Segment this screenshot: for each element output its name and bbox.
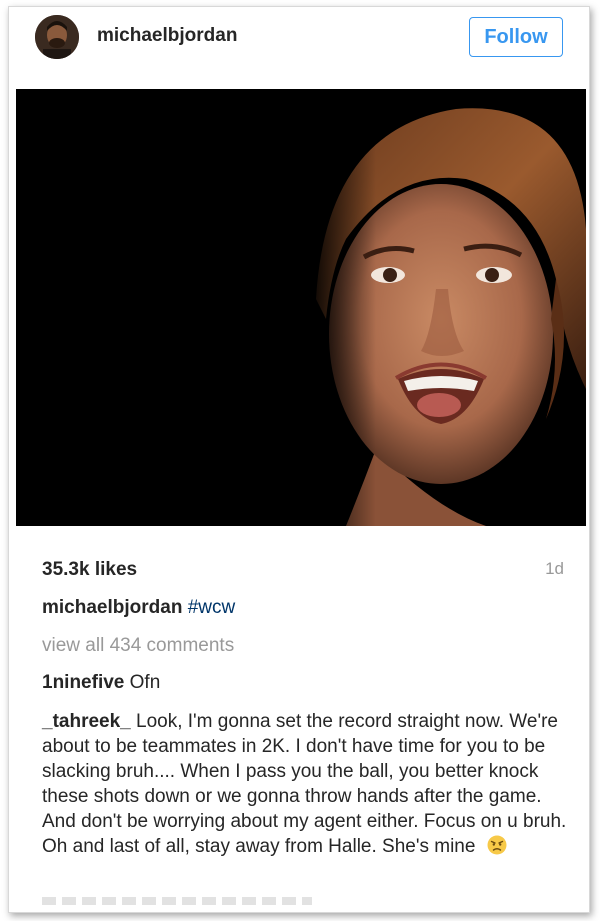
comment-username[interactable]: 1ninefive (42, 672, 124, 693)
likes-row: 35.3k likes 1d (42, 559, 564, 585)
comment: 1ninefive Ofn (42, 672, 160, 694)
comment: _tahreek_ Look, I'm gonna set the record… (42, 709, 567, 859)
follow-button[interactable]: Follow (469, 17, 563, 57)
angry-face-icon (487, 835, 507, 855)
comment-username[interactable]: _tahreek_ (42, 711, 131, 732)
cut-off-comment (42, 897, 312, 905)
avatar[interactable] (35, 15, 79, 59)
post-username[interactable]: michaelbjordan (97, 25, 237, 47)
post-header: michaelbjordan Follow (9, 7, 589, 79)
view-all-comments-link[interactable]: view all 434 comments (42, 635, 234, 657)
post-photo[interactable] (16, 89, 586, 526)
portrait-image (16, 89, 586, 526)
avatar-image (35, 15, 79, 59)
comment-text: Ofn (129, 672, 161, 693)
post-card: michaelbjordan Follow 35.3k likes 1d mic… (8, 6, 590, 913)
caption-hashtag[interactable]: #wcw (188, 597, 236, 618)
likes-count[interactable]: 35.3k likes (42, 559, 137, 581)
post-timestamp[interactable]: 1d (545, 559, 564, 579)
caption-username[interactable]: michaelbjordan (42, 597, 182, 618)
post-caption: michaelbjordan #wcw (42, 597, 235, 619)
